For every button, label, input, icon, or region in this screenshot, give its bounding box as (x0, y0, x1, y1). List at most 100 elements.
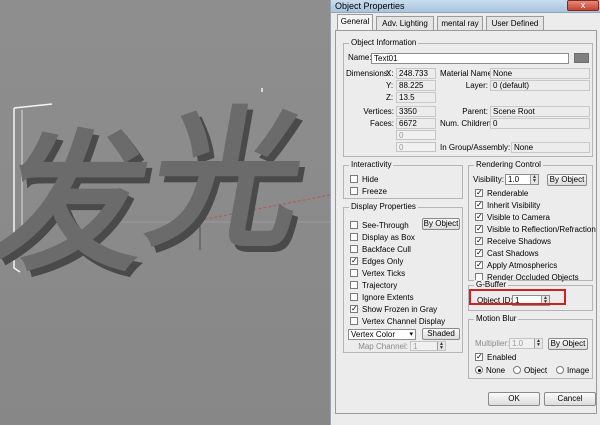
map-channel-value: 1 (413, 342, 418, 351)
vertices-label: Vertices: (363, 107, 394, 116)
group-title: Interactivity (349, 160, 394, 170)
hide-checkbox[interactable]: Hide (350, 174, 378, 185)
checkmark-icon: ✓ (475, 351, 483, 361)
inherit-visibility-checkbox[interactable]: ✓ Inherit Visibility (475, 200, 540, 211)
group-display-properties: Display Properties By Object See-Through… (343, 202, 463, 353)
visibility-label: Visibility: (473, 175, 504, 184)
material-name-label: Material Name: (440, 69, 495, 78)
faces-value: 6672 (396, 118, 436, 129)
spinner-arrows-icon[interactable]: ▲ ▼ (437, 342, 445, 350)
layer-label: Layer: (465, 81, 488, 90)
show-frozen-gray-checkbox[interactable]: ✓ Show Frozen in Gray (350, 304, 437, 315)
tab-adv-lighting[interactable]: Adv. Lighting (376, 16, 434, 30)
display-as-box-checkbox[interactable]: Display as Box (350, 232, 415, 243)
motion-blur-by-object-button[interactable]: By Object (548, 338, 588, 350)
edges-only-checkbox[interactable]: ✓ Edges Only (350, 256, 403, 267)
checkbox-box (350, 280, 358, 289)
material-name-value: None (490, 68, 590, 79)
object-radio[interactable]: Object (513, 365, 547, 376)
vertex-ticks-checkbox[interactable]: Vertex Ticks (350, 268, 405, 279)
cancel-button[interactable]: Cancel (544, 392, 596, 406)
spinner-arrows-icon[interactable]: ▲ ▼ (530, 175, 538, 184)
ignore-extents-checkbox[interactable]: Ignore Extents (350, 292, 414, 303)
z-value: 13.5 (396, 92, 436, 103)
tab-general[interactable]: General (337, 14, 373, 30)
titlebar[interactable]: Object Properties x (331, 0, 600, 13)
num-children-value: 0 (490, 118, 590, 129)
x-label: X: (386, 69, 394, 78)
blank-value-1: 0 (396, 130, 436, 140)
tab-user-defined[interactable]: User Defined (486, 16, 544, 30)
hide-label: Hide (362, 175, 379, 184)
map-channel-field[interactable]: 1 ▲ ▼ (410, 341, 446, 351)
checkbox-box (350, 220, 358, 229)
visible-to-camera-checkbox[interactable]: ✓ Visible to Camera (475, 212, 550, 223)
checkmark-icon: ✓ (475, 235, 483, 245)
name-field[interactable]: Text01 (371, 53, 569, 64)
dropdown-arrow-icon: ▾ (409, 331, 413, 338)
freeze-label: Freeze (362, 187, 387, 196)
none-radio[interactable]: None (475, 365, 505, 376)
close-button[interactable]: x (567, 0, 599, 11)
enabled-label: Enabled (487, 353, 517, 362)
visibility-value: 1.0 (508, 175, 520, 184)
tab-mental-ray[interactable]: mental ray (437, 16, 483, 30)
visible-to-reflection-label: Visible to Reflection/Refraction (487, 225, 596, 234)
none-label: None (486, 366, 506, 375)
in-group-label: In Group/Assembly: (440, 143, 511, 152)
image-radio[interactable]: Image (556, 365, 589, 376)
checkbox-box (350, 174, 358, 183)
group-rendering-control: Rendering Control Visibility: 1.0 ▲ ▼ By O… (468, 160, 596, 282)
y-value: 88.225 (396, 80, 436, 91)
checkmark-icon: ✓ (475, 259, 483, 269)
viewport[interactable]: 发 光 发 光 (0, 0, 330, 425)
receive-shadows-checkbox[interactable]: ✓ Receive Shadows (475, 236, 551, 247)
display-by-object-button[interactable]: By Object (422, 218, 460, 230)
freeze-checkbox[interactable]: Freeze (350, 186, 387, 197)
visible-to-camera-label: Visible to Camera (487, 213, 550, 222)
layer-value: 0 (default) (490, 80, 590, 91)
spinner-arrows-icon[interactable]: ▲ ▼ (534, 339, 542, 348)
trajectory-checkbox[interactable]: Trajectory (350, 280, 397, 291)
num-children-label: Num. Children: (440, 119, 494, 128)
radio-icon (556, 365, 564, 374)
group-title: Object Information (349, 38, 419, 48)
object-color-swatch[interactable] (574, 53, 589, 63)
shaded-button[interactable]: Shaded (422, 328, 460, 340)
multiplier-field[interactable]: 1.0 ▲ ▼ (509, 338, 543, 349)
checkmark-icon: ✓ (350, 255, 358, 265)
dialog-title: Object Properties (335, 1, 405, 11)
receive-shadows-label: Receive Shadows (487, 237, 552, 246)
group-title: Rendering Control (474, 160, 543, 170)
object-label: Object (524, 366, 548, 375)
see-through-checkbox[interactable]: See-Through (350, 220, 409, 231)
renderable-checkbox[interactable]: ✓ Renderable (475, 188, 528, 199)
checkmark-icon: ✓ (475, 187, 483, 197)
checkbox-box (350, 232, 358, 241)
vertex-color-value: Vertex Color (351, 330, 396, 339)
checkmark-icon: ✓ (475, 223, 483, 233)
name-label: Name: (348, 53, 372, 62)
checkbox-box (350, 316, 358, 325)
backface-cull-checkbox[interactable]: Backface Cull (350, 244, 411, 255)
show-frozen-gray-label: Show Frozen in Gray (362, 305, 438, 314)
vertex-color-dropdown[interactable]: Vertex Color ▾ (348, 329, 416, 340)
y-label: Y: (386, 81, 394, 90)
group-title: Motion Blur (474, 314, 519, 324)
group-interactivity: Interactivity Hide Freeze (343, 160, 463, 199)
cast-shadows-label: Cast Shadows (487, 249, 539, 258)
object-properties-dialog: Object Properties x General Adv. Lightin… (330, 0, 600, 425)
multiplier-value: 1.0 (512, 339, 524, 348)
text-glyph-guang: 光 (137, 93, 318, 268)
ok-button[interactable]: OK (488, 392, 540, 406)
viewport-scene: 发 光 发 光 (0, 88, 330, 298)
cast-shadows-checkbox[interactable]: ✓ Cast Shadows (475, 248, 539, 259)
vertex-channel-display-checkbox[interactable]: Vertex Channel Display (350, 316, 445, 327)
enabled-checkbox[interactable]: ✓ Enabled (475, 352, 516, 363)
visible-to-reflection-checkbox[interactable]: ✓ Visible to Reflection/Refraction (475, 224, 596, 235)
multiplier-label: Multiplier: (475, 339, 510, 348)
visibility-field[interactable]: 1.0 ▲ ▼ (505, 174, 539, 185)
group-title: Display Properties (349, 202, 418, 212)
rendering-by-object-button[interactable]: By Object (547, 174, 587, 186)
apply-atmospherics-checkbox[interactable]: ✓ Apply Atmospherics (475, 260, 557, 271)
